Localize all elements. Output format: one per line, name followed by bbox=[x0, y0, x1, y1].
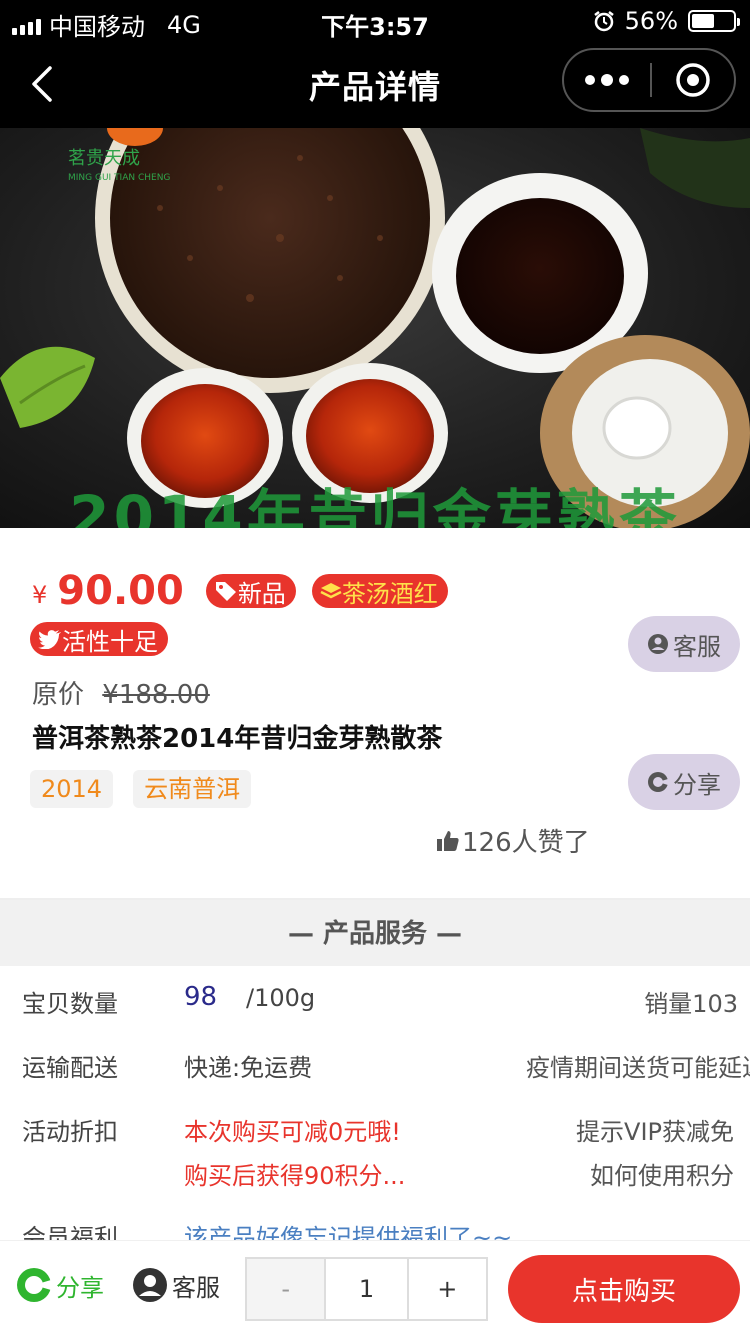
battery-icon bbox=[688, 10, 740, 32]
points-value: 购买后获得90积分... bbox=[184, 1162, 406, 1190]
chip-origin[interactable]: 云南普洱 bbox=[133, 770, 252, 808]
thumbs-up-icon bbox=[437, 830, 459, 851]
original-price-row: 原价 ¥188.00 bbox=[32, 674, 210, 711]
battery-level bbox=[692, 14, 715, 28]
alarm-icon bbox=[593, 11, 614, 32]
sales-count: 销量103 bbox=[644, 990, 738, 1018]
customer-service-label: 客服 bbox=[673, 632, 721, 661]
logo-en-text: MING GUI TIAN CHENG bbox=[68, 173, 170, 183]
discount-label: 活动折扣 bbox=[22, 1118, 118, 1146]
shipping-notice: 疫情期间送货可能延迟 bbox=[526, 1054, 750, 1082]
target-close-icon bbox=[676, 63, 710, 97]
product-title: 普洱茶熟茶2014年昔归金芽熟散茶 bbox=[32, 724, 443, 754]
bottom-service-label: 客服 bbox=[172, 1273, 220, 1302]
share-button[interactable]: 分享 bbox=[628, 754, 740, 810]
layers-icon bbox=[320, 583, 342, 599]
bottom-share-label: 分享 bbox=[56, 1273, 104, 1302]
more-button[interactable] bbox=[564, 73, 650, 86]
product-chips: 2014 云南普洱 bbox=[30, 770, 252, 808]
original-price-value: ¥188.00 bbox=[102, 680, 210, 710]
tag-new: 新品 bbox=[205, 574, 296, 608]
nav-bar: 产品详情 bbox=[0, 42, 750, 128]
user-icon bbox=[648, 634, 668, 654]
bird-icon bbox=[38, 630, 61, 649]
mini-program-capsule bbox=[562, 48, 736, 112]
likes-label: 126人赞了 bbox=[462, 828, 590, 858]
discount-value: 本次购买可减0元哦! bbox=[184, 1118, 401, 1146]
likes-count[interactable]: 126人赞了 bbox=[436, 822, 590, 859]
status-bar: 中国移动 4G 下午3:57 56% bbox=[0, 0, 750, 42]
battery-percent: 56% bbox=[624, 7, 678, 35]
quantity-label: 宝贝数量 bbox=[22, 990, 118, 1018]
quantity-value: 98 bbox=[184, 982, 218, 1012]
hero-watermark-text: 2014年昔归金芽熟茶 bbox=[69, 483, 681, 528]
user-icon bbox=[133, 1268, 167, 1302]
tag-row-2: 活性十足 bbox=[30, 622, 168, 656]
logo-cn-text: 茗贵天成 bbox=[68, 148, 140, 169]
increase-button[interactable]: + bbox=[406, 1259, 486, 1319]
product-image[interactable]: 茗贵天成 MING GUI TIAN CHENG 2014年昔归金芽熟茶 bbox=[0, 128, 750, 528]
more-dots-icon bbox=[585, 74, 595, 85]
currency-symbol: ¥ bbox=[32, 581, 48, 609]
bottom-service-button[interactable]: 客服 bbox=[132, 1267, 220, 1303]
share-icon bbox=[17, 1268, 51, 1302]
customer-service-button[interactable]: 客服 bbox=[628, 616, 740, 672]
vip-hint-link[interactable]: 提示VIP获减免 bbox=[576, 1112, 734, 1147]
points-usage-link[interactable]: 如何使用积分 bbox=[590, 1156, 734, 1191]
chip-year[interactable]: 2014 bbox=[30, 770, 114, 808]
share-label: 分享 bbox=[673, 770, 721, 799]
buy-button[interactable]: 点击购买 bbox=[508, 1255, 740, 1323]
close-mini-program-button[interactable] bbox=[652, 62, 734, 98]
quantity-unit: /100g bbox=[246, 984, 316, 1012]
tag-active: 活性十足 bbox=[30, 622, 168, 656]
price-value: 90.00 bbox=[57, 568, 184, 614]
tag-icon bbox=[215, 582, 236, 601]
bottom-share-button[interactable]: 分享 bbox=[16, 1267, 104, 1303]
original-price-label: 原价 bbox=[32, 680, 85, 710]
shipping-label: 运输配送 bbox=[22, 1054, 118, 1082]
tag-tea-color: 茶汤酒红 bbox=[311, 574, 448, 608]
bottom-action-bar: 分享 客服 - 1 + 点击购买 bbox=[0, 1240, 750, 1334]
tag-new-label: 新品 bbox=[237, 579, 286, 608]
price-row: ¥ 90.00 新品 茶汤酒红 bbox=[32, 568, 448, 614]
tag-active-label: 活性十足 bbox=[62, 627, 158, 656]
quantity-input[interactable]: 1 bbox=[326, 1259, 406, 1319]
tag-tea-color-label: 茶汤酒红 bbox=[341, 579, 438, 608]
tea-photo-illustration: 茗贵天成 MING GUI TIAN CHENG bbox=[0, 128, 750, 528]
quantity-stepper: - 1 + bbox=[245, 1257, 488, 1321]
services-header: — 产品服务 — bbox=[0, 898, 750, 966]
share-icon bbox=[648, 772, 668, 792]
status-right: 56% bbox=[593, 7, 740, 35]
decrease-button[interactable]: - bbox=[247, 1259, 327, 1319]
shipping-value: 快递:免运费 bbox=[184, 1054, 313, 1082]
